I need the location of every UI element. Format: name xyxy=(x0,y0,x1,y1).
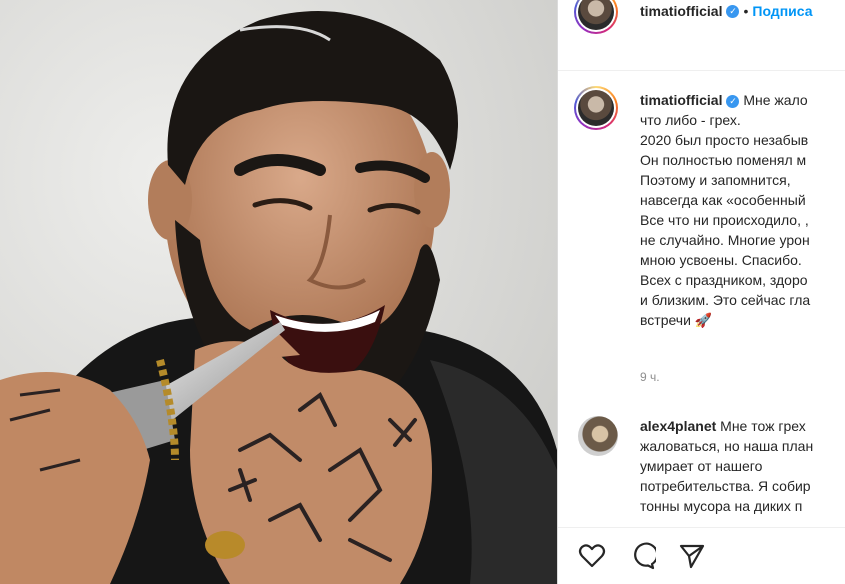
caption-line: навсегда как «особенный xyxy=(640,192,806,208)
avatar-image xyxy=(578,90,614,126)
share-icon xyxy=(679,544,705,569)
caption-line: мною усвоены. Спасибо. xyxy=(640,252,802,268)
caption-line: не случайно. Многие урон xyxy=(640,232,810,248)
header-user-line: timatiofficial ✓ • Подписа xyxy=(640,3,813,21)
caption-text: Мне жало xyxy=(743,92,808,108)
commenter-avatar[interactable] xyxy=(578,416,618,456)
caption-line: timatiofficial ✓ Мне жало xyxy=(640,90,845,110)
photo-illustration xyxy=(0,0,557,584)
verified-badge-icon: ✓ xyxy=(726,94,740,108)
caption-line: Он полностью поменял м xyxy=(640,152,807,168)
comment-line: alex4planet Мне тож грех xyxy=(640,416,845,436)
share-button[interactable] xyxy=(678,542,706,570)
author-avatar[interactable] xyxy=(574,0,618,34)
comment-line: потребительства. Я собир xyxy=(640,478,811,494)
verified-badge-icon: ✓ xyxy=(726,5,740,19)
caption-username[interactable]: timatiofficial xyxy=(640,92,722,108)
caption-author-avatar[interactable] xyxy=(574,86,618,130)
post-photo[interactable] xyxy=(0,0,557,584)
post-panel: timatiofficial ✓ • Подписа timatiofficial ✓ … xyxy=(557,0,845,584)
caption-line: Всех с праздником, здоро xyxy=(640,272,808,288)
caption-line: Все что ни происходило, , xyxy=(640,212,809,228)
heart-icon xyxy=(578,544,606,568)
post-caption: timatiofficial ✓ Мне жало что либо - грех… xyxy=(640,90,845,330)
comment-text: Мне тож грех xyxy=(720,418,806,434)
caption-line: встречи 🚀 xyxy=(640,312,713,328)
comment-line: умирает от нашего xyxy=(640,458,763,474)
caption-line: что либо - грех. xyxy=(640,112,741,128)
action-bar xyxy=(558,527,845,584)
comment-button[interactable] xyxy=(628,542,659,570)
avatar-inner xyxy=(576,88,616,128)
post-timestamp[interactable]: 9 ч. xyxy=(640,370,660,384)
post-header: timatiofficial ✓ • Подписа xyxy=(558,0,845,71)
header-username[interactable]: timatiofficial xyxy=(640,3,722,19)
caption-line: Поэтому и запомнится, xyxy=(640,172,791,188)
comment: alex4planet Мне тож грех жаловаться, но … xyxy=(640,416,845,516)
follow-button[interactable]: Подписа xyxy=(752,3,812,19)
like-button[interactable] xyxy=(578,542,606,570)
comment-line: тонны мусора на диких п xyxy=(640,498,803,514)
commenter-username[interactable]: alex4planet xyxy=(640,418,716,434)
comment-icon xyxy=(634,542,659,570)
separator-dot: • xyxy=(743,3,749,19)
comment-line: жаловаться, но наша план xyxy=(640,438,814,454)
caption-line: и близким. Это сейчас гла xyxy=(640,292,811,308)
avatar-inner xyxy=(576,0,616,32)
avatar-image xyxy=(578,0,614,30)
caption-line: 2020 был просто незабыв xyxy=(640,132,809,148)
